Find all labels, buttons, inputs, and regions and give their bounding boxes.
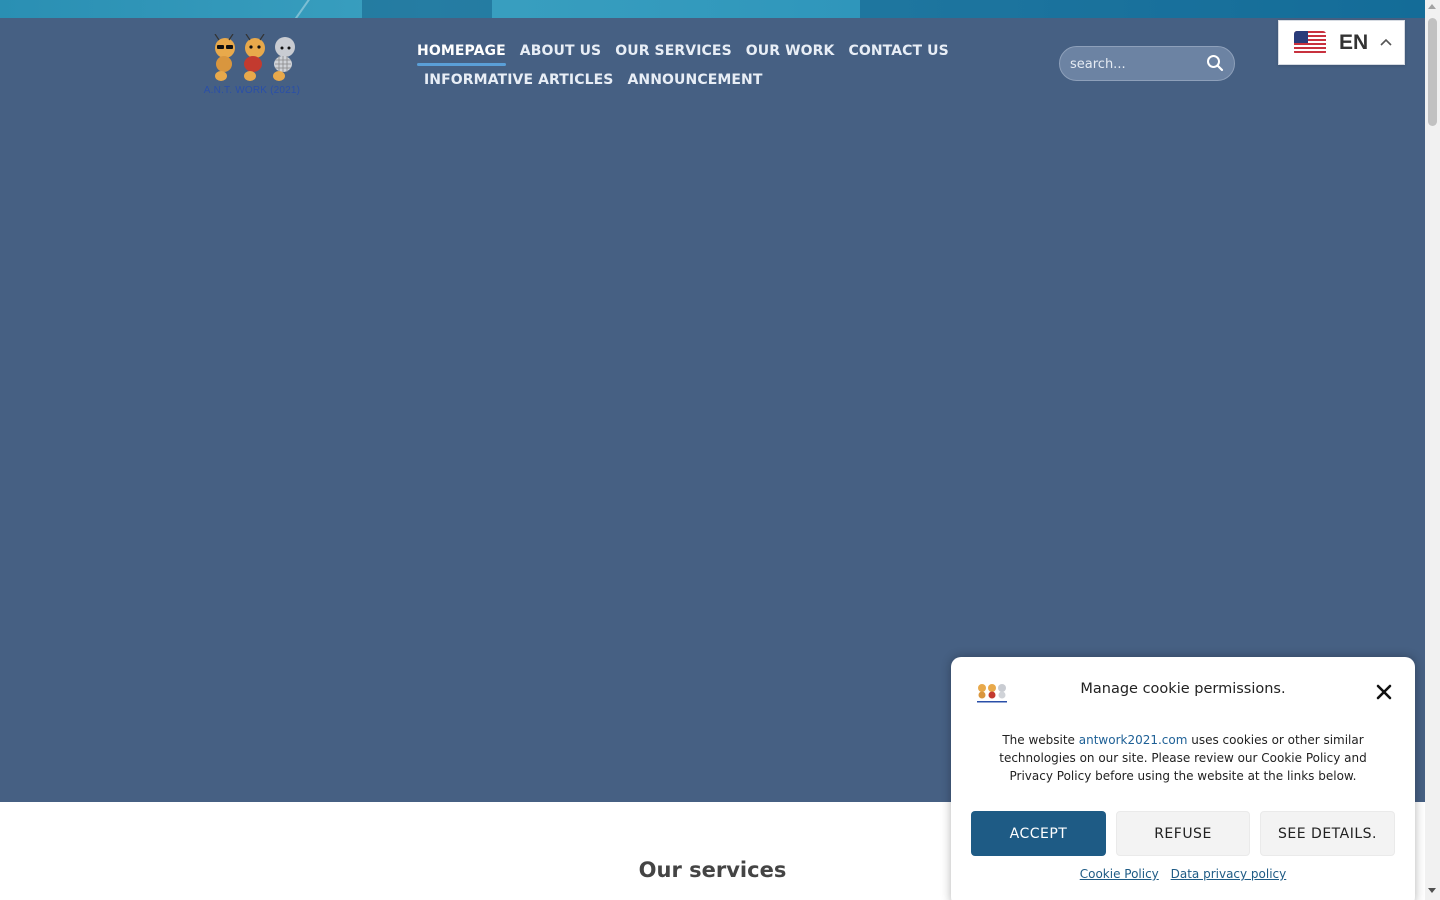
see-details-button[interactable]: SEE DETAILS. xyxy=(1260,811,1395,856)
us-flag-icon xyxy=(1294,31,1326,55)
nav-row: HOMEPAGE ABOUT US OUR SERVICES OUR WORK … xyxy=(410,36,949,66)
logo-text: A.N.T. WORK (2021) xyxy=(203,85,301,96)
banner-decoration xyxy=(362,0,492,18)
search-icon[interactable] xyxy=(1206,54,1224,72)
page-scrollbar[interactable] xyxy=(1425,0,1440,900)
cookie-consent-dialog: Manage cookie permissions. The website a… xyxy=(951,657,1415,900)
nav-item-announcement[interactable]: ANNOUNCEMENT xyxy=(620,72,769,88)
banner-decoration xyxy=(291,0,311,18)
scrollbar-thumb[interactable] xyxy=(1428,18,1437,126)
website-link[interactable]: antwork2021.com xyxy=(1079,733,1188,747)
privacy-policy-link[interactable]: Data privacy policy xyxy=(1171,867,1287,881)
nav-item-our-services[interactable]: OUR SERVICES xyxy=(608,43,739,59)
nav-item-informative-articles[interactable]: INFORMATIVE ARTICLES xyxy=(417,72,620,88)
cookie-policy-link[interactable]: Cookie Policy xyxy=(1080,867,1159,881)
ants-logo-icon xyxy=(214,34,295,81)
language-switcher[interactable]: EN xyxy=(1278,20,1405,65)
cookie-message-prefix: The website xyxy=(1002,733,1079,747)
accept-button[interactable]: ACCEPT xyxy=(971,811,1106,856)
banner-decoration xyxy=(860,0,1425,18)
nav-item-our-work[interactable]: OUR WORK xyxy=(739,43,842,59)
nav-row: INFORMATIVE ARTICLES ANNOUNCEMENT xyxy=(410,65,930,94)
chevron-up-icon xyxy=(1380,38,1392,46)
top-banner-strip xyxy=(0,0,1425,18)
search-input[interactable] xyxy=(1070,55,1200,73)
cookie-dialog-message: The website antwork2021.com uses cookies… xyxy=(981,731,1385,785)
nav-item-homepage[interactable]: HOMEPAGE xyxy=(410,43,513,66)
site-logo[interactable]: A.N.T. WORK (2021) xyxy=(202,34,302,98)
policy-links: Cookie Policy Data privacy policy xyxy=(951,867,1415,881)
scroll-down-arrow-icon[interactable] xyxy=(1428,888,1436,893)
language-code: EN xyxy=(1339,31,1369,54)
scroll-up-arrow-icon[interactable] xyxy=(1428,4,1436,9)
main-navigation: HOMEPAGE ABOUT US OUR SERVICES OUR WORK … xyxy=(410,36,949,94)
cookie-dialog-title: Manage cookie permissions. xyxy=(1080,681,1286,697)
close-icon[interactable] xyxy=(1375,683,1393,701)
nav-item-contact-us[interactable]: CONTACT US xyxy=(841,43,955,59)
nav-item-about-us[interactable]: ABOUT US xyxy=(513,43,608,59)
search-box xyxy=(1059,46,1235,81)
refuse-button[interactable]: REFUSE xyxy=(1116,811,1250,856)
